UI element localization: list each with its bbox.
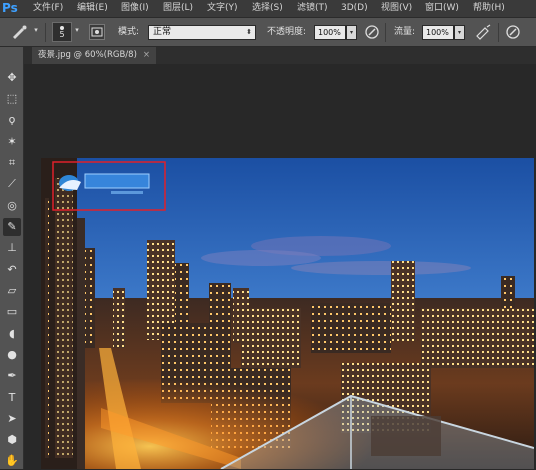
eyedropper-tool-icon[interactable]: ⟋ — [3, 175, 21, 193]
chevron-down-icon[interactable]: ▾ — [32, 26, 40, 38]
crop-tool-icon[interactable]: ⌗ — [3, 154, 21, 172]
menu-help[interactable]: 帮助(H) — [473, 0, 505, 17]
brush-tool-icon[interactable]: ✎ — [3, 218, 21, 236]
menu-file[interactable]: 文件(F) — [33, 0, 63, 17]
updown-arrow-icon: ⬍ — [246, 28, 252, 36]
options-bar: ▾ 5 ▾ 模式: 正常 ⬍ 不透明度: 100% ▾ 流量: 100% ▾ — [0, 17, 536, 47]
separator — [45, 23, 46, 42]
menu-window[interactable]: 窗口(W) — [425, 0, 459, 17]
mode-label: 模式: — [118, 27, 140, 37]
brush-size-picker[interactable]: 5 — [52, 22, 72, 42]
flow-field[interactable]: 100% — [422, 25, 454, 40]
lasso-tool-icon[interactable]: ϙ — [3, 111, 21, 129]
separator — [385, 23, 386, 42]
mode-value: 正常 — [153, 27, 172, 37]
document-tab[interactable]: 夜景.jpg @ 60%(RGB/8) × — [32, 47, 157, 64]
hand-tool-icon[interactable]: ✋ — [3, 452, 21, 470]
menu-layer[interactable]: 图层(L) — [163, 0, 193, 17]
magic-wand-tool-icon[interactable]: ✶ — [3, 133, 21, 151]
history-brush-tool-icon[interactable]: ↶ — [3, 261, 21, 279]
airbrush-icon[interactable] — [474, 24, 492, 40]
clone-stamp-tool-icon[interactable]: ⊥ — [3, 239, 21, 257]
opacity-field[interactable]: 100% — [314, 25, 346, 40]
tools-panel: ✥ ⬚ ϙ ✶ ⌗ ⟋ ◎ ✎ ⊥ ↶ ▱ ▭ ◖ ● ✒ T ➤ ⬢ ✋ — [0, 47, 24, 469]
marquee-tool-icon[interactable]: ⬚ — [3, 90, 21, 108]
photoshop-logo: Ps — [2, 1, 18, 15]
document-title: 夜景.jpg @ 60%(RGB/8) — [38, 50, 137, 60]
menu-bar: Ps 文件(F) 编辑(E) 图像(I) 图层(L) 文字(Y) 选择(S) 滤… — [0, 0, 536, 17]
flow-dropdown-button[interactable]: ▾ — [454, 25, 465, 40]
healing-brush-tool-icon[interactable]: ◎ — [3, 197, 21, 215]
photo-canvas[interactable] — [41, 158, 534, 469]
menu-type[interactable]: 文字(Y) — [207, 0, 238, 17]
gradient-tool-icon[interactable]: ▭ — [3, 303, 21, 321]
opacity-label: 不透明度: — [267, 27, 307, 37]
menu-edit[interactable]: 编辑(E) — [77, 0, 108, 17]
menu-view[interactable]: 视图(V) — [381, 0, 412, 17]
menu-3d[interactable]: 3D(D) — [341, 0, 368, 17]
brush-preset-icon[interactable] — [10, 24, 30, 40]
document-tab-bar: 夜景.jpg @ 60%(RGB/8) × — [24, 47, 536, 64]
pressure-opacity-icon[interactable] — [364, 24, 380, 40]
eraser-tool-icon[interactable]: ▱ — [3, 282, 21, 300]
chevron-down-icon[interactable]: ▾ — [73, 26, 81, 38]
opacity-dropdown-button[interactable]: ▾ — [346, 25, 357, 40]
menu-image[interactable]: 图像(I) — [121, 0, 149, 17]
path-selection-tool-icon[interactable]: ➤ — [3, 410, 21, 428]
pen-tool-icon[interactable]: ✒ — [3, 367, 21, 385]
brush-panel-toggle-icon[interactable] — [89, 24, 105, 40]
close-icon[interactable]: × — [143, 50, 150, 60]
move-tool-icon[interactable]: ✥ — [3, 69, 21, 87]
separator — [498, 23, 499, 42]
pressure-size-icon[interactable] — [505, 24, 521, 40]
dodge-tool-icon[interactable]: ● — [3, 346, 21, 364]
menu-filter[interactable]: 滤镜(T) — [297, 0, 328, 17]
flow-label: 流量: — [394, 27, 416, 37]
menu-select[interactable]: 选择(S) — [252, 0, 283, 17]
blur-tool-icon[interactable]: ◖ — [3, 325, 21, 343]
shape-tool-icon[interactable]: ⬢ — [3, 431, 21, 449]
type-tool-icon[interactable]: T — [3, 389, 21, 407]
night-city-image — [41, 158, 534, 469]
brush-size-value: 5 — [59, 30, 65, 39]
mode-select[interactable]: 正常 ⬍ — [148, 25, 256, 40]
